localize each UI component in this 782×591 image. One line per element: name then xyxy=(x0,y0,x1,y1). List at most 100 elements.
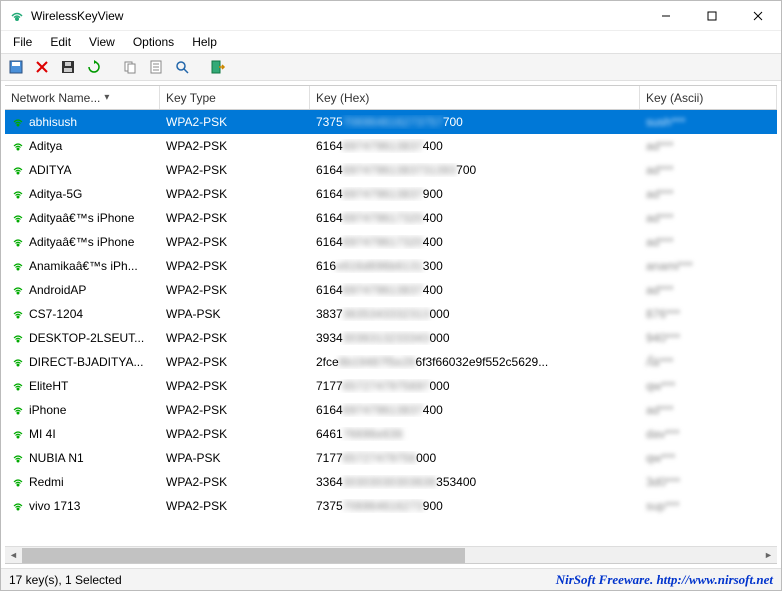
titlebar: WirelessKeyView xyxy=(1,1,781,31)
cell-key-ascii: ad*** xyxy=(640,283,777,297)
cell-key-type: WPA2-PSK xyxy=(160,163,310,177)
listview: Network Name...▾ Key Type Key (Hex) Key … xyxy=(5,85,777,564)
cell-key-ascii: ad*** xyxy=(640,403,777,417)
column-key-type[interactable]: Key Type xyxy=(160,86,310,109)
cell-network-name: Anamikaâ€™s iPh... xyxy=(5,259,160,273)
table-row[interactable]: DIRECT-BJADITYA...WPA2-PSK2fce8b19487f5e… xyxy=(5,350,777,374)
cell-key-type: WPA2-PSK xyxy=(160,355,310,369)
cell-network-name: NUBIA N1 xyxy=(5,451,160,465)
cell-key-hex: 71776572747975697000 xyxy=(310,379,640,393)
cell-key-ascii: qw*** xyxy=(640,379,777,393)
cell-key-type: WPA2-PSK xyxy=(160,211,310,225)
cell-key-ascii: 876*** xyxy=(640,307,777,321)
cell-key-hex: 646176696e636 xyxy=(310,427,640,441)
table-row[interactable]: AndroidAPWPA2-PSK6164697479613837400ad**… xyxy=(5,278,777,302)
cell-key-hex: 717765727479756000 xyxy=(310,451,640,465)
table-row[interactable]: Aditya-5GWPA2-PSK6164697479613837900ad**… xyxy=(5,182,777,206)
cell-key-ascii: qw*** xyxy=(640,451,777,465)
window-title: WirelessKeyView xyxy=(31,9,123,23)
save-icon[interactable] xyxy=(5,56,27,78)
cell-key-hex: 6164697479613837900 xyxy=(310,187,640,201)
scroll-thumb[interactable] xyxy=(22,548,465,563)
credit-link[interactable]: NirSoft Freeware. http://www.nirsoft.net xyxy=(556,572,773,588)
table-row[interactable]: NUBIA N1WPA-PSK717765727479756000qw*** xyxy=(5,446,777,470)
menu-file[interactable]: File xyxy=(5,33,40,51)
cell-network-name: vivo 1713 xyxy=(5,499,160,513)
menu-edit[interactable]: Edit xyxy=(42,33,79,51)
cell-key-hex: 6164697479613837400 xyxy=(310,283,640,297)
cell-key-hex: 7375706964616273757700 xyxy=(310,115,640,129)
cell-key-type: WPA2-PSK xyxy=(160,427,310,441)
cell-key-type: WPA2-PSK xyxy=(160,115,310,129)
table-row[interactable]: Adityaâ€™s iPhoneWPA2-PSK616469747961732… xyxy=(5,230,777,254)
cell-key-hex: 6164697479617320400 xyxy=(310,211,640,225)
cell-key-type: WPA2-PSK xyxy=(160,283,310,297)
horizontal-scrollbar[interactable]: ◄ ► xyxy=(5,546,777,563)
table-row[interactable]: AdityaWPA2-PSK6164697479613837400ad*** xyxy=(5,134,777,158)
table-row[interactable]: EliteHTWPA2-PSK71776572747975697000qw*** xyxy=(5,374,777,398)
status-text: 17 key(s), 1 Selected xyxy=(9,573,122,587)
cell-network-name: MI 4I xyxy=(5,427,160,441)
table-row[interactable]: MI 4IWPA2-PSK646176696e636dav*** xyxy=(5,422,777,446)
cell-key-type: WPA2-PSK xyxy=(160,499,310,513)
window-controls xyxy=(643,1,781,30)
properties-icon[interactable] xyxy=(145,56,167,78)
copy-icon[interactable] xyxy=(119,56,141,78)
cell-key-hex: 616469747961383731393700 xyxy=(310,163,640,177)
cell-key-ascii: 3d0*** xyxy=(640,475,777,489)
table-row[interactable]: DESKTOP-2LSEUT...WPA2-PSK393430363132333… xyxy=(5,326,777,350)
table-row[interactable]: CS7-1204WPA-PSK38373635343332313000876**… xyxy=(5,302,777,326)
column-key-ascii[interactable]: Key (Ascii) xyxy=(640,86,777,109)
cell-network-name: abhisush xyxy=(5,115,160,129)
listview-body[interactable]: abhisushWPA2-PSK7375706964616273757700su… xyxy=(5,110,777,546)
close-button[interactable] xyxy=(735,1,781,30)
cell-key-type: WPA2-PSK xyxy=(160,379,310,393)
cell-key-ascii: sup*** xyxy=(640,499,777,513)
cell-network-name: Aditya xyxy=(5,139,160,153)
floppy-icon[interactable] xyxy=(57,56,79,78)
cell-network-name: Adityaâ€™s iPhone xyxy=(5,235,160,249)
chevron-down-icon: ▾ xyxy=(104,92,109,103)
cell-key-ascii: /Îä*** xyxy=(640,355,777,369)
app-icon xyxy=(9,8,25,24)
refresh-icon[interactable] xyxy=(83,56,105,78)
scroll-track[interactable] xyxy=(22,547,760,564)
cell-key-type: WPA2-PSK xyxy=(160,235,310,249)
cell-key-hex: 336430303030303636353400 xyxy=(310,475,640,489)
column-network-name[interactable]: Network Name...▾ xyxy=(5,86,160,109)
maximize-button[interactable] xyxy=(689,1,735,30)
table-row[interactable]: iPhoneWPA2-PSK6164697479613837400ad*** xyxy=(5,398,777,422)
scroll-left-icon[interactable]: ◄ xyxy=(5,547,22,564)
cell-network-name: DIRECT-BJADITYA... xyxy=(5,355,160,369)
cell-network-name: Redmi xyxy=(5,475,160,489)
table-row[interactable]: ADITYAWPA2-PSK616469747961383731393700ad… xyxy=(5,158,777,182)
toolbar xyxy=(1,53,781,81)
table-row[interactable]: Anamikaâ€™s iPh...WPA2-PSK616e616d696b61… xyxy=(5,254,777,278)
cell-key-hex: 2fce8b19487f5e266f3f66032e9f552c5629... xyxy=(310,355,640,369)
exit-icon[interactable] xyxy=(207,56,229,78)
cell-key-ascii: dav*** xyxy=(640,427,777,441)
cell-key-ascii: ad*** xyxy=(640,187,777,201)
cell-key-ascii: ad*** xyxy=(640,163,777,177)
find-icon[interactable] xyxy=(171,56,193,78)
table-row[interactable]: vivo 1713WPA2-PSK7375706964616273900sup*… xyxy=(5,494,777,518)
scroll-right-icon[interactable]: ► xyxy=(760,547,777,564)
cell-key-ascii: ad*** xyxy=(640,139,777,153)
cell-key-type: WPA2-PSK xyxy=(160,475,310,489)
table-row[interactable]: Adityaâ€™s iPhoneWPA2-PSK616469747961732… xyxy=(5,206,777,230)
table-row[interactable]: abhisushWPA2-PSK7375706964616273757700su… xyxy=(5,110,777,134)
listview-header: Network Name...▾ Key Type Key (Hex) Key … xyxy=(5,86,777,110)
cell-network-name: Aditya-5G xyxy=(5,187,160,201)
cell-key-ascii: ad*** xyxy=(640,211,777,225)
delete-icon[interactable] xyxy=(31,56,53,78)
menu-view[interactable]: View xyxy=(81,33,123,51)
cell-key-type: WPA-PSK xyxy=(160,451,310,465)
cell-key-hex: 6164697479613837400 xyxy=(310,139,640,153)
cell-key-ascii: sush*** xyxy=(640,115,777,129)
menu-help[interactable]: Help xyxy=(184,33,225,51)
minimize-button[interactable] xyxy=(643,1,689,30)
column-key-hex[interactable]: Key (Hex) xyxy=(310,86,640,109)
cell-network-name: DESKTOP-2LSEUT... xyxy=(5,331,160,345)
table-row[interactable]: RedmiWPA2-PSK3364303030303036363534003d0… xyxy=(5,470,777,494)
menu-options[interactable]: Options xyxy=(125,33,182,51)
